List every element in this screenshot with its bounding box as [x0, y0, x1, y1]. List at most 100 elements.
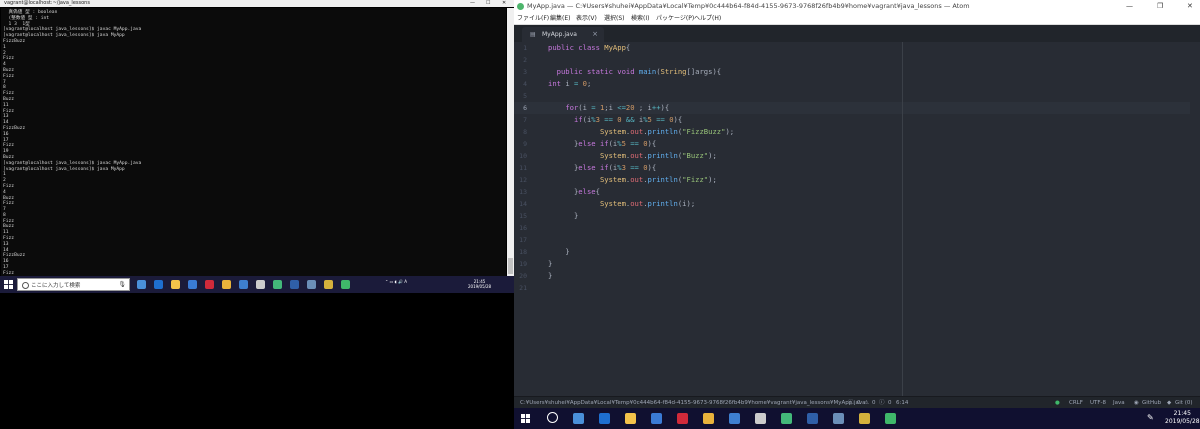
status-warnings[interactable]: 0 — [872, 397, 876, 408]
task-view-icon-right[interactable] — [573, 413, 584, 424]
code-line[interactable]: 15 } — [514, 210, 1200, 222]
code-line[interactable]: 21 — [514, 282, 1200, 294]
left-clock-date: 2019/05/28 — [468, 284, 492, 289]
media-icon-right[interactable] — [755, 413, 766, 424]
powershell-icon[interactable] — [290, 280, 299, 289]
explorer-icon[interactable] — [171, 280, 180, 289]
terminal-scrollbar[interactable] — [507, 8, 514, 276]
pen-icon[interactable]: ✎ — [1147, 413, 1154, 422]
terminal-close-button[interactable]: ✕ — [502, 0, 506, 7]
code-line[interactable]: 1 public class MyApp{ — [514, 42, 1200, 54]
status-github[interactable]: GitHub — [1142, 397, 1161, 408]
terminal-output[interactable]: 真偽値 型 : boolean (整数値 型 : int 1 3 1型 [vagr… — [1, 8, 506, 276]
app-green-icon-right[interactable] — [885, 413, 896, 424]
menu-selection[interactable]: 選択(S) — [604, 13, 625, 24]
tab-myapp-java[interactable]: ▤ MyApp.java × — [522, 27, 604, 42]
app-yellow-icon-right[interactable] — [859, 413, 870, 424]
menu-file[interactable]: ファイル(F) — [517, 13, 549, 24]
cortana-icon — [22, 282, 29, 289]
menu-find[interactable]: 検索(I) — [631, 13, 649, 24]
code-line[interactable]: 20} — [514, 270, 1200, 282]
status-errors[interactable]: 0 — [857, 397, 861, 408]
mail-icon[interactable] — [239, 280, 248, 289]
status-grammar[interactable]: Java — [1113, 397, 1125, 408]
atom-window: MyApp.java — C:¥Users¥shuhei¥AppData¥Loc… — [514, 0, 1200, 408]
code-text: System.out.println(i); — [599, 199, 696, 208]
chrome-icon-right[interactable] — [703, 413, 714, 424]
media-icon[interactable] — [256, 280, 265, 289]
code-line[interactable]: 10 System.out.println("Buzz"); — [514, 150, 1200, 162]
status-encoding[interactable]: UTF-8 — [1090, 397, 1106, 408]
status-error-icon[interactable]: ⓘ — [848, 397, 854, 408]
atom-maximize-button[interactable]: ❐ — [1157, 0, 1163, 13]
app-yellow-icon[interactable] — [324, 280, 333, 289]
terminal-minimize-button[interactable]: — — [470, 0, 475, 7]
edge-icon-right[interactable] — [599, 413, 610, 424]
code-line[interactable]: 5 — [514, 90, 1200, 102]
status-file-path[interactable]: C:¥Users¥shuhei¥AppData¥Local¥Temp¥0c444… — [520, 397, 865, 408]
left-taskbar-clock[interactable]: 21:45 2019/05/28 — [468, 279, 491, 289]
status-git[interactable]: Git (0) — [1175, 397, 1193, 408]
line-number: 12 — [519, 176, 527, 184]
atom-app-icon-right[interactable] — [781, 413, 792, 424]
status-line-ending[interactable]: CRLF — [1069, 397, 1083, 408]
app-green-icon[interactable] — [341, 280, 350, 289]
store-icon[interactable] — [188, 280, 197, 289]
windows-start-icon-right[interactable] — [521, 414, 530, 423]
terminal-app-icon-right[interactable] — [833, 413, 844, 424]
code-line[interactable]: 11 }else if(i%3 == 0){ — [514, 162, 1200, 174]
code-line[interactable]: 12 System.out.println("Fizz"); — [514, 174, 1200, 186]
atom-close-button[interactable]: ✕ — [1187, 0, 1193, 13]
powershell-icon-right[interactable] — [807, 413, 818, 424]
chrome-icon[interactable] — [222, 280, 231, 289]
status-info-icon[interactable]: ⓘ — [879, 397, 885, 408]
menu-view[interactable]: 表示(V) — [576, 13, 597, 24]
code-editor[interactable]: 1 public class MyApp{2 3 public static voi… — [514, 42, 1200, 396]
code-line[interactable]: 6 for(i = 1;i <=20 ; i++){ — [514, 102, 1200, 114]
left-system-tray[interactable]: ⌃ ▭ ◖ 🔊 A — [385, 279, 407, 284]
search-circle-icon[interactable] — [547, 412, 558, 423]
menu-edit[interactable]: 編集(E) — [550, 13, 570, 24]
code-line[interactable]: 2 — [514, 54, 1200, 66]
right-taskbar-clock[interactable]: 21:45 2019/05/28 — [1165, 410, 1200, 426]
terminal-scroll-thumb[interactable] — [508, 258, 513, 274]
code-line[interactable]: 8 System.out.println("FizzBuzz"); — [514, 126, 1200, 138]
left-taskbar-search[interactable]: ここに入力して検索 🎙 — [17, 278, 130, 291]
windows-start-icon[interactable] — [4, 280, 13, 289]
atom-title-bar[interactable]: MyApp.java — C:¥Users¥shuhei¥AppData¥Loc… — [514, 0, 1200, 13]
code-line[interactable]: 4 int i = 0; — [514, 78, 1200, 90]
code-line[interactable]: 7 if(i%3 == 0 && i%5 == 0){ — [514, 114, 1200, 126]
terminal-maximize-button[interactable]: ☐ — [486, 0, 490, 7]
status-infos[interactable]: 0 — [888, 397, 892, 408]
opera-icon[interactable] — [205, 280, 214, 289]
line-number: 13 — [519, 188, 527, 196]
code-line[interactable]: 16 — [514, 222, 1200, 234]
code-line[interactable]: 14 System.out.println(i); — [514, 198, 1200, 210]
status-warning-icon[interactable]: ⚠ — [864, 397, 869, 408]
atom-minimize-button[interactable]: — — [1126, 0, 1133, 13]
status-cursor-position[interactable]: 6:14 — [896, 397, 908, 408]
terminal-app-icon[interactable] — [307, 280, 316, 289]
edge-icon[interactable] — [154, 280, 163, 289]
menu-packages[interactable]: パッケージ(P) — [656, 13, 694, 24]
code-line[interactable]: 18 } — [514, 246, 1200, 258]
opera-icon-right[interactable] — [677, 413, 688, 424]
microphone-icon[interactable]: 🎙 — [118, 281, 126, 288]
code-line[interactable]: 17 — [514, 234, 1200, 246]
code-line[interactable]: 19} — [514, 258, 1200, 270]
store-icon-right[interactable] — [651, 413, 662, 424]
code-line[interactable]: 9 }else if(i%5 == 0){ — [514, 138, 1200, 150]
task-view-icon[interactable] — [137, 280, 146, 289]
code-text: } — [548, 259, 553, 268]
code-text: System.out.println("Fizz"); — [599, 175, 717, 184]
code-line[interactable]: 13 }else{ — [514, 186, 1200, 198]
atom-app-icon[interactable] — [273, 280, 282, 289]
atom-tab-bar: ▤ MyApp.java × — [514, 25, 1200, 42]
terminal-title-bar[interactable]: vagrant@localhost:~/java_lessons — ☐ ✕ — [0, 0, 514, 7]
mail-icon-right[interactable] — [729, 413, 740, 424]
menu-help[interactable]: ヘルプ(H) — [694, 13, 721, 24]
editor-scrollbar[interactable] — [1190, 42, 1200, 396]
code-line[interactable]: 3 public static void main(String[]args){ — [514, 66, 1200, 78]
tab-close-icon[interactable]: × — [592, 30, 598, 38]
explorer-icon-right[interactable] — [625, 413, 636, 424]
